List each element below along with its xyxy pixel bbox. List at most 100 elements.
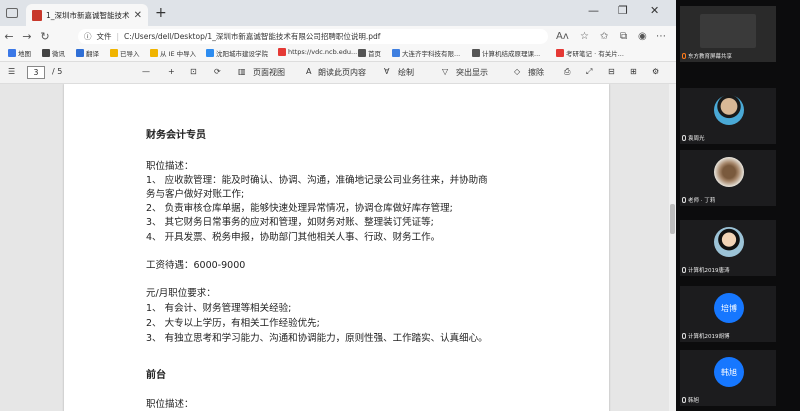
participant-name: 老师 · 丁莉 [688, 198, 716, 204]
contents-icon[interactable]: ☰ [8, 67, 15, 76]
highlight-icon[interactable]: ▽ [442, 67, 448, 76]
settings-gear-icon[interactable]: ⚙ [652, 67, 659, 76]
bookmark-item[interactable]: 已导入 [110, 48, 140, 58]
profile-icon[interactable]: ◉ [638, 31, 647, 42]
bookmark-item[interactable]: 地图 [8, 48, 31, 58]
page-icon [472, 49, 480, 57]
eraser-icon[interactable]: ◇ [514, 67, 520, 76]
minimize-button[interactable]: — [588, 4, 599, 17]
bookmark-item[interactable]: 沈阳城市建设学院 [206, 48, 268, 58]
draw-button[interactable]: 绘制 [398, 67, 414, 78]
bookmark-item[interactable]: 大连齐宇科技有限... [392, 48, 460, 58]
erase-button[interactable]: 擦除 [528, 67, 544, 78]
new-tab-button[interactable]: + [155, 5, 167, 21]
doc-line: 3、 有独立思考和学习能力、沟通和协调能力，原则性强、工作踏实、认真细心。 [146, 333, 488, 344]
site-icon [392, 49, 400, 57]
participant-name: 东方教育屏幕共享 [688, 54, 733, 60]
scroll-thumb[interactable] [670, 204, 675, 234]
map-icon [8, 49, 16, 57]
bookmark-item[interactable]: 计算机结成原理课... [472, 48, 540, 58]
url-field[interactable]: ⓘ 文件 | C:/Users/dell/Desktop/1_深圳市新嘉诚智能技… [78, 29, 548, 44]
rotate-icon[interactable]: ⟳ [214, 67, 221, 76]
mic-icon [682, 333, 686, 339]
pdf-viewer: 财务会计专员 职位描述： 1、 应收款管理：能及时确认、协调、沟通，准确地记录公… [0, 84, 676, 411]
participant-tile[interactable]: 计算机2019唐涛 [680, 220, 776, 276]
draw-icon[interactable]: ∀ [384, 67, 389, 76]
save-icon[interactable]: ⊟ [608, 67, 615, 76]
site-icon [556, 49, 564, 57]
participant-tile[interactable]: 培博 计算机2019胡博 [680, 286, 776, 342]
participant-tile[interactable]: 袁周光 [680, 88, 776, 144]
read-aloud-button[interactable]: 朗读此页内容 [318, 67, 366, 78]
doc-line: 元/月职位要求： [146, 288, 216, 299]
close-tab-icon[interactable]: ✕ [134, 10, 142, 21]
file-label: 文件 [96, 32, 112, 41]
tab-actions-icon[interactable] [6, 8, 18, 18]
site-icon [278, 48, 286, 56]
folder-icon [110, 49, 118, 57]
fullscreen-icon[interactable]: ⤢ [586, 67, 592, 77]
address-bar: ← → ↻ ⓘ 文件 | C:/Users/dell/Desktop/1_深圳市… [0, 26, 676, 46]
bookmark-item[interactable]: https://vdc.ncb.edu... [278, 48, 357, 56]
participant-tile[interactable]: 东方教育屏幕共享 [680, 6, 776, 62]
doc-line: 2、 大专以上学历，有相关工作经验优先; [146, 318, 320, 329]
mic-icon [682, 197, 686, 203]
page-view-icon[interactable]: ▥ [238, 67, 246, 76]
participant-tile[interactable]: 韩旭 韩旭 [680, 350, 776, 406]
doc-line: 3、 其它财务日常事务的应对和管理，如财务对账、整理装订凭证等; [146, 217, 434, 228]
zoom-out-button[interactable]: — [142, 67, 150, 76]
info-icon: ⓘ [84, 32, 92, 41]
doc-line: 职位描述： [146, 161, 194, 172]
highlight-button[interactable]: 突出显示 [456, 67, 488, 78]
favorites-icon[interactable]: ✩ [600, 31, 608, 42]
pdf-page: 财务会计专员 职位描述： 1、 应收款管理：能及时确认、协调、沟通，准确地记录公… [64, 84, 609, 411]
doc-line: 1、 有会计、财务管理等相关经验; [146, 303, 292, 314]
doc-line: 2、 负责审核仓库单据，能够快速处理异常情况，协调仓库做好库存管理; [146, 203, 453, 214]
tab-strip: 1_深圳市新嘉诚智能技术有限公司 ✕ + — ❐ ✕ [0, 0, 676, 26]
zoom-in-button[interactable]: + [168, 67, 175, 76]
participant-name: 韩旭 [688, 398, 700, 404]
mic-icon [682, 397, 686, 403]
more-icon[interactable]: ⋯ [656, 31, 666, 42]
maximize-button[interactable]: ❐ [618, 4, 628, 17]
participant-video [714, 157, 744, 187]
tab-title: 1_深圳市新嘉诚智能技术有限公司 [46, 10, 130, 20]
participant-name: 计算机2019唐涛 [688, 268, 730, 274]
read-mode-icon[interactable]: Aʌ [556, 31, 569, 42]
collections-icon[interactable]: ⧉ [620, 31, 627, 42]
pdf-scrollbar[interactable] [669, 84, 676, 411]
print-icon[interactable]: ⎙ [564, 67, 570, 77]
tab-pdf[interactable]: 1_深圳市新嘉诚智能技术有限公司 ✕ [26, 4, 148, 26]
fit-page-icon[interactable]: ⊡ [190, 67, 197, 76]
refresh-icon[interactable]: ↻ [36, 30, 54, 43]
save-as-icon[interactable]: ⊞ [630, 67, 637, 76]
folder-icon [150, 49, 158, 57]
url-text: C:/Users/dell/Desktop/1_深圳市新嘉诚智能技术有限公司招聘… [124, 32, 381, 41]
bookmark-item[interactable]: 首页 [358, 48, 381, 58]
forward-icon[interactable]: → [18, 30, 36, 43]
page-view-button[interactable]: 页面视图 [253, 67, 285, 78]
weixun-icon [42, 49, 50, 57]
screen-thumbnail [700, 14, 756, 48]
bookmark-item[interactable]: 翻译 [76, 48, 99, 58]
read-aloud-icon[interactable]: A [306, 67, 311, 76]
doc-line: 职位描述： [146, 399, 194, 410]
doc-line: 4、 开具发票、税务申报，协助部门其他相关人事、行政、财务工作。 [146, 232, 441, 243]
pdf-toolbar: ☰ 3 / 5 — + ⊡ ⟳ ▥ 页面视图 A 朗读此页内容 ∀ 绘制 ▽ 突… [0, 62, 676, 84]
page-icon [358, 49, 366, 57]
close-window-button[interactable]: ✕ [650, 4, 659, 17]
participant-name: 计算机2019胡博 [688, 334, 730, 340]
favorite-icon[interactable]: ☆ [580, 31, 589, 42]
bookmarks-bar: 地图 微讯 翻译 已导入 从 IE 中导入 沈阳城市建设学院 https://v… [0, 46, 676, 62]
back-icon[interactable]: ← [0, 30, 18, 43]
page-total: / 5 [52, 67, 63, 76]
doc-line: 1、 应收款管理：能及时确认、协调、沟通，准确地记录公司业务往来，并协助商 [146, 175, 488, 186]
page-number-input[interactable]: 3 [27, 66, 45, 79]
translate-icon [76, 49, 84, 57]
bookmark-item[interactable]: 从 IE 中导入 [150, 48, 196, 58]
participant-tile[interactable]: 老师 · 丁莉 [680, 150, 776, 206]
bookmark-item[interactable]: 考研笔记 · 有关片... [556, 48, 624, 58]
participant-avatar: 培博 [714, 293, 744, 323]
doc-line: 务与客户做好对账工作; [146, 189, 245, 200]
bookmark-item[interactable]: 微讯 [42, 48, 65, 58]
